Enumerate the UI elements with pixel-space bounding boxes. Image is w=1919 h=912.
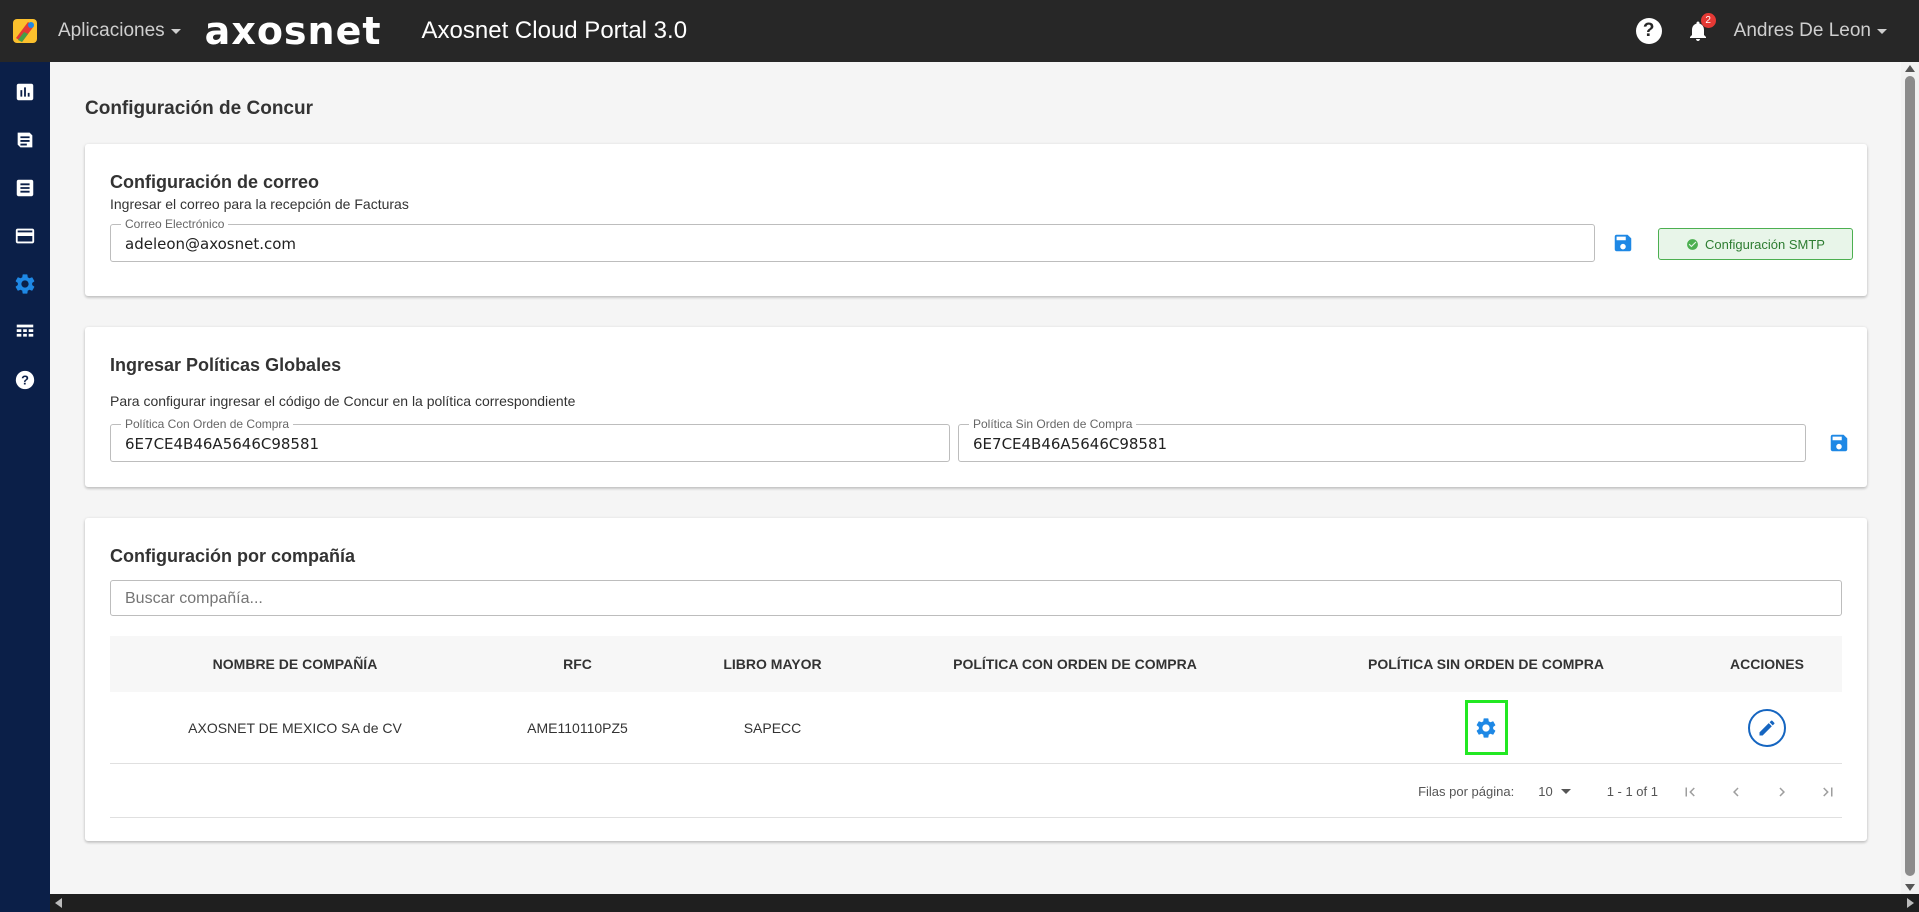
save-email-button[interactable] <box>1610 230 1636 256</box>
user-menu[interactable]: Andres De Leon <box>1734 20 1887 42</box>
user-name: Andres De Leon <box>1733 20 1871 41</box>
sidebar-item-invoices[interactable] <box>0 116 50 164</box>
edit-button[interactable] <box>1748 708 1786 747</box>
save-icon <box>1614 234 1632 252</box>
page-title: Configuración de Concur <box>85 98 313 119</box>
sidebar-item-payments[interactable] <box>0 212 50 260</box>
chevron-down-icon <box>1877 28 1887 34</box>
main-content: Configuración de Concur Configuración de… <box>50 62 1901 894</box>
email-field-label: Correo Electrónico <box>121 217 229 231</box>
last-page-button[interactable] <box>1814 778 1842 806</box>
pagination-range: 1 - 1 of 1 <box>1606 784 1658 799</box>
gear-icon <box>15 274 35 294</box>
email-config-subtitle: Ingresar el correo para la recepción de … <box>110 196 409 212</box>
company-config-title: Configuración por compañía <box>110 546 356 566</box>
chevron-down-icon <box>1560 789 1571 794</box>
notifications-button[interactable]: 2 <box>1684 13 1716 45</box>
pencil-icon <box>1759 719 1775 735</box>
sidebar-item-help[interactable]: ? <box>0 356 50 404</box>
sidebar: ? <box>0 62 50 912</box>
column-header-actions: ACCIONES <box>1730 656 1804 672</box>
gear-icon <box>1476 717 1496 738</box>
svg-text:?: ? <box>21 373 29 388</box>
receipt-icon <box>17 132 33 148</box>
apps-menu-label: Aplicaciones <box>58 20 165 41</box>
chevron-right-icon <box>1779 787 1785 796</box>
sidebar-item-settings[interactable] <box>0 260 50 308</box>
sidebar-item-dashboard[interactable] <box>0 68 50 116</box>
scroll-right-icon[interactable] <box>1907 898 1914 908</box>
rows-per-page-value: 10 <box>1538 784 1553 799</box>
table-header: NOMBRE DE COMPAÑÍA RFC LIBRO MAYOR POLÍT… <box>110 636 1842 692</box>
column-header-without-po[interactable]: POLÍTICA SIN ORDEN DE COMPRA <box>1280 656 1692 672</box>
company-config-card: Configuración por compañía Buscar compañ… <box>85 518 1867 841</box>
next-page-button[interactable] <box>1768 778 1796 806</box>
policy-without-po-field[interactable]: Política Sin Orden de Compra 6E7CE4B46A5… <box>958 417 1806 462</box>
smtp-config-button[interactable]: Configuración SMTP <box>1658 228 1853 260</box>
column-header-with-po[interactable]: POLÍTICA CON ORDEN DE COMPRA <box>870 656 1280 672</box>
help-icon[interactable]: ? <box>1635 18 1662 44</box>
sidebar-item-reports[interactable] <box>0 308 50 356</box>
vertical-scrollbar[interactable] <box>1901 62 1919 894</box>
sidebar-item-documents[interactable] <box>0 164 50 212</box>
rows-per-page-label: Filas por página: <box>1418 784 1515 799</box>
email-field-value[interactable]: adeleon@axosnet.com <box>125 235 296 253</box>
vertical-scroll-thumb[interactable] <box>1905 76 1915 876</box>
policy-with-po-value[interactable]: 6E7CE4B46A5646C98581 <box>125 435 319 453</box>
last-page-icon <box>1823 787 1833 796</box>
policy-without-po-value[interactable]: 6E7CE4B46A5646C98581 <box>973 435 1167 453</box>
top-bar: Aplicaciones axosnet Axosnet Cloud Porta… <box>0 0 1919 62</box>
scroll-up-icon[interactable] <box>1905 65 1915 72</box>
policy-without-po-label: Política Sin Orden de Compra <box>969 417 1137 431</box>
company-search-input[interactable]: Buscar compañía... <box>110 580 1842 616</box>
first-page-button[interactable] <box>1676 778 1704 806</box>
notification-badge: 2 <box>1700 13 1716 28</box>
policy-with-po-label: Política Con Orden de Compra <box>121 417 294 431</box>
save-icon <box>1830 434 1848 452</box>
app-logo-icon[interactable] <box>8 14 42 48</box>
configure-policy-button[interactable] <box>1464 700 1508 755</box>
scroll-left-icon[interactable] <box>55 898 62 908</box>
cell-actions <box>1692 708 1842 747</box>
horizontal-scrollbar[interactable] <box>50 894 1919 912</box>
chevron-left-icon <box>1733 787 1739 796</box>
cell-ledger: SAPECC <box>743 719 802 736</box>
help-icon: ? <box>15 370 35 390</box>
document-icon <box>16 179 34 197</box>
column-header-rfc[interactable]: RFC <box>480 656 675 672</box>
credit-card-icon <box>15 228 35 244</box>
global-policies-title: Ingresar Políticas Globales <box>110 355 342 375</box>
column-header-company[interactable]: NOMBRE DE COMPAÑÍA <box>110 656 480 672</box>
email-field[interactable]: Correo Electrónico adeleon@axosnet.com <box>110 217 1595 262</box>
policy-with-po-field[interactable]: Política Con Orden de Compra 6E7CE4B46A5… <box>110 417 950 462</box>
company-table: NOMBRE DE COMPAÑÍA RFC LIBRO MAYOR POLÍT… <box>110 636 1842 764</box>
check-circle-icon <box>1687 238 1698 250</box>
column-header-ledger[interactable]: LIBRO MAYOR <box>675 656 870 672</box>
table-icon <box>16 324 34 337</box>
global-policies-subtitle: Para configurar ingresar el código de Co… <box>110 393 576 409</box>
cell-company: AXOSNET DE MEXICO SA de CV <box>188 719 402 736</box>
chevron-down-icon <box>170 28 181 34</box>
prev-page-button[interactable] <box>1722 778 1750 806</box>
portal-title: Axosnet Cloud Portal 3.0 <box>421 17 688 44</box>
brand-logo: axosnet <box>204 9 382 53</box>
pagination: Filas por página: 10 1 - 1 of 1 <box>110 766 1842 818</box>
apps-menu[interactable]: Aplicaciones <box>58 20 181 42</box>
rows-per-page-select[interactable]: 10 <box>1538 784 1571 799</box>
first-page-icon <box>1685 787 1695 796</box>
table-row: AXOSNET DE MEXICO SA de CV AME110110PZ5 … <box>110 692 1842 764</box>
email-config-card: Configuración de correo Ingresar el corr… <box>85 144 1867 296</box>
save-policies-button[interactable] <box>1826 430 1852 456</box>
cell-without-po <box>1280 700 1692 755</box>
cell-rfc: AME110110PZ5 <box>527 719 628 736</box>
scroll-down-icon[interactable] <box>1905 884 1915 891</box>
chart-icon <box>16 83 34 101</box>
email-config-title: Configuración de correo <box>110 172 320 192</box>
smtp-config-label: Configuración SMTP <box>1705 236 1825 252</box>
global-policies-card: Ingresar Políticas Globales Para configu… <box>85 327 1867 487</box>
